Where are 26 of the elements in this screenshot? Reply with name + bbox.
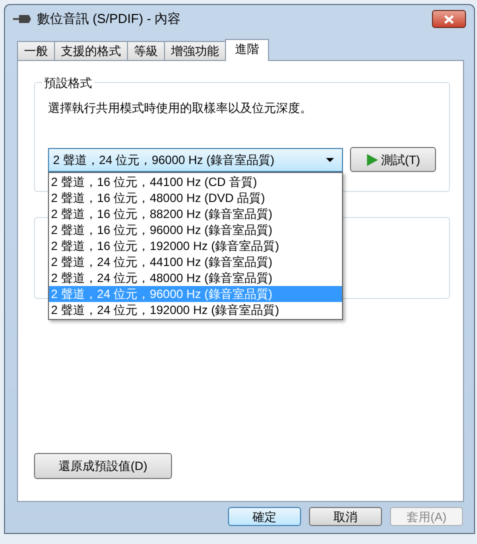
dialog-button[interactable]: 確定: [228, 507, 301, 526]
group-title: 預設格式: [42, 74, 94, 92]
window-title: 數位音訊 (S/PDIF) - 內容: [37, 10, 181, 28]
tab[interactable]: 支援的格式: [54, 41, 128, 60]
tab[interactable]: 進階: [225, 39, 269, 61]
play-icon: [366, 154, 378, 166]
dialog-button[interactable]: 取消: [309, 507, 382, 526]
restore-defaults-button[interactable]: 還原成預設值(D): [34, 453, 172, 479]
tab[interactable]: 等級: [127, 41, 165, 60]
dropdown-option[interactable]: 2 聲道，16 位元，88200 Hz (錄音室品質): [49, 206, 342, 222]
description-text: 選擇執行共用模式時使用的取樣率以及位元深度。: [48, 100, 312, 117]
format-dropdown[interactable]: 2 聲道，24 位元，96000 Hz (錄音室品質): [48, 148, 343, 172]
dropdown-option[interactable]: 2 聲道，24 位元，192000 Hz (錄音室品質): [49, 302, 342, 318]
dropdown-option[interactable]: 2 聲道，16 位元，192000 Hz (錄音室品質): [49, 238, 342, 254]
dropdown-option[interactable]: 2 聲道，24 位元，44100 Hz (錄音室品質): [49, 254, 342, 270]
dropdown-arrow-icon: [326, 158, 334, 162]
close-button[interactable]: [432, 10, 466, 28]
dropdown-option[interactable]: 2 聲道，16 位元，96000 Hz (錄音室品質): [49, 222, 342, 238]
dropdown-option[interactable]: 2 聲道，24 位元，48000 Hz (錄音室品質): [49, 270, 342, 286]
close-icon: [444, 14, 454, 24]
dropdown-option[interactable]: 2 聲道，16 位元，44100 Hz (CD 音質): [49, 174, 342, 190]
tab[interactable]: 一般: [17, 41, 55, 60]
tab[interactable]: 增強功能: [164, 41, 226, 60]
speaker-plug-icon: [13, 14, 31, 24]
dropdown-option[interactable]: 2 聲道，16 位元，48000 Hz (DVD 品質): [49, 190, 342, 206]
test-button[interactable]: 測試(T): [350, 147, 436, 172]
